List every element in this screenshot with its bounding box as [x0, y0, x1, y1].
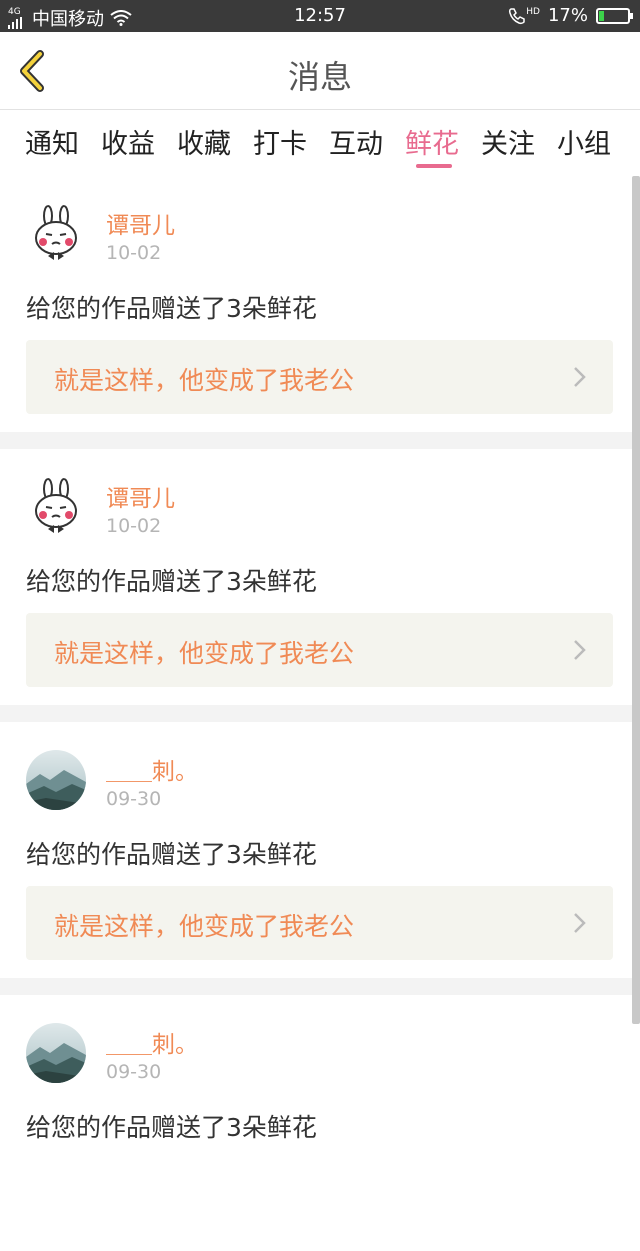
tab-groups[interactable]: 小组	[557, 122, 611, 161]
message-list: 谭哥儿 10-02 给您的作品赠送了3朵鲜花 就是这样，他变成了我老公 谭哥儿	[0, 176, 632, 1251]
work-title: 就是这样，他变成了我老公	[54, 912, 355, 941]
mountain-avatar-icon	[26, 1023, 86, 1083]
rabbit-avatar-icon	[26, 204, 86, 264]
username[interactable]: ＿＿刺。	[106, 752, 198, 786]
hd-call-icon: HD	[508, 7, 540, 25]
tab-favorites[interactable]: 收藏	[177, 122, 231, 161]
message-text: 给您的作品赠送了3朵鲜花	[26, 840, 317, 869]
battery-icon	[596, 7, 633, 24]
hd-label: HD	[526, 6, 540, 17]
page-title: 消息	[287, 58, 352, 96]
list-item: ＿＿刺。 09-30 给您的作品赠送了3朵鲜花	[0, 995, 632, 1251]
tab-flowers[interactable]: 鲜花	[405, 122, 459, 161]
work-title: 就是这样，他变成了我老公	[54, 639, 355, 668]
chevron-right-icon	[574, 913, 586, 933]
list-item: ＿＿刺。 09-30 给您的作品赠送了3朵鲜花 就是这样，他变成了我老公	[0, 722, 632, 978]
tab-earnings[interactable]: 收益	[101, 122, 155, 161]
username[interactable]: ＿＿刺。	[106, 1025, 198, 1059]
tab-following[interactable]: 关注	[481, 122, 535, 161]
divider	[0, 978, 632, 995]
message-text: 给您的作品赠送了3朵鲜花	[26, 294, 317, 323]
divider	[0, 705, 632, 722]
tab-notifications[interactable]: 通知	[25, 122, 79, 161]
avatar[interactable]	[26, 477, 86, 537]
message-text: 给您的作品赠送了3朵鲜花	[26, 567, 317, 596]
work-link[interactable]: 就是这样，他变成了我老公	[26, 340, 613, 414]
message-text: 给您的作品赠送了3朵鲜花	[26, 1113, 317, 1142]
battery-percent: 17%	[547, 5, 588, 26]
list-item: 谭哥儿 10-02 给您的作品赠送了3朵鲜花 就是这样，他变成了我老公	[0, 449, 632, 705]
avatar[interactable]	[26, 1023, 86, 1083]
username[interactable]: 谭哥儿	[106, 206, 175, 240]
status-bar: 4G 中国移动 12:57 HD 17%	[0, 0, 640, 32]
list-item: 谭哥儿 10-02 给您的作品赠送了3朵鲜花 就是这样，他变成了我老公	[0, 176, 632, 432]
message-date: 09-30	[106, 1061, 162, 1083]
divider	[0, 432, 632, 449]
chevron-right-icon	[574, 640, 586, 660]
scrollbar[interactable]	[632, 176, 640, 1024]
active-tab-indicator	[416, 164, 452, 168]
rabbit-avatar-icon	[26, 477, 86, 537]
avatar[interactable]	[26, 204, 86, 264]
message-date: 09-30	[106, 788, 162, 810]
work-link[interactable]: 就是这样，他变成了我老公	[26, 886, 613, 960]
category-tabs: 通知 收益 收藏 打卡 互动 鲜花 关注 小组	[0, 110, 640, 172]
work-title: 就是这样，他变成了我老公	[54, 366, 355, 395]
tab-interactions[interactable]: 互动	[329, 122, 383, 161]
chevron-right-icon	[574, 367, 586, 387]
username[interactable]: 谭哥儿	[106, 479, 175, 513]
work-link[interactable]: 就是这样，他变成了我老公	[26, 613, 613, 687]
message-date: 10-02	[106, 242, 162, 264]
mountain-avatar-icon	[26, 750, 86, 810]
avatar[interactable]	[26, 750, 86, 810]
tab-checkin[interactable]: 打卡	[253, 122, 307, 161]
nav-bar: 消息	[0, 32, 640, 110]
message-date: 10-02	[106, 515, 162, 537]
